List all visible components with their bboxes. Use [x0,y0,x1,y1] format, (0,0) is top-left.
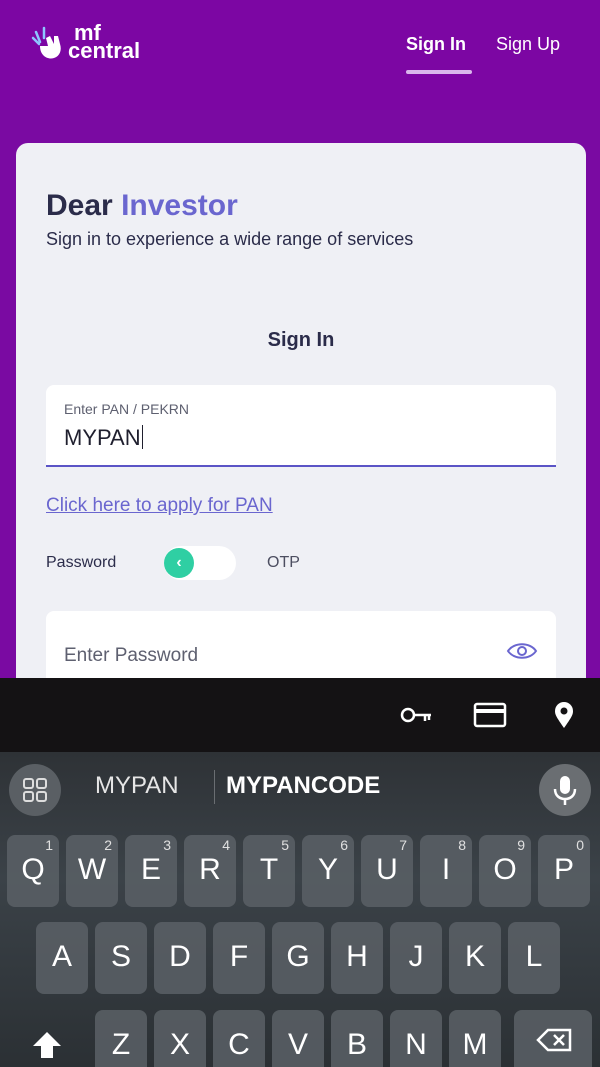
nav-active-indicator [406,70,472,74]
shift-arrow-icon [33,1032,61,1058]
pan-input-value[interactable]: MYPAN [64,425,143,451]
microphone-icon[interactable] [539,764,591,816]
key-g[interactable]: G [272,922,324,994]
key-t[interactable]: 5T [243,835,295,907]
key-u[interactable]: 7U [361,835,413,907]
key-c[interactable]: C [213,1010,265,1067]
key-w[interactable]: 2W [66,835,118,907]
backspace-icon [536,1028,572,1052]
password-placeholder: Enter Password [64,645,199,666]
key-o[interactable]: 9O [479,835,531,907]
key-l[interactable]: L [508,922,560,994]
key-x[interactable]: X [154,1010,206,1067]
apply-pan-link[interactable]: Click here to apply for PAN [46,495,273,517]
hand-logo-icon [31,26,61,59]
key-r[interactable]: 4R [184,835,236,907]
mfcentral-logo[interactable]: mf central [30,22,170,66]
chevron-left-icon: ‹ [164,548,194,578]
greeting-word: Dear [46,189,113,222]
keyboard-autofill-toolbar [0,678,600,752]
text-caret [141,425,143,449]
shift-key[interactable] [7,1010,87,1067]
backspace-key[interactable] [514,1010,592,1067]
eye-icon[interactable] [506,641,538,661]
nav-signup-link[interactable]: Sign Up [496,34,560,55]
location-pin-icon[interactable] [547,700,581,730]
pan-input-field[interactable]: Enter PAN / PEKRN MYPAN [46,385,556,467]
key-e[interactable]: 3E [125,835,177,907]
signin-card: Dear Investor Sign in to experience a wi… [16,143,586,743]
key-a[interactable]: A [36,922,88,994]
key-q[interactable]: 1Q [7,835,59,907]
suggestion-1[interactable]: MYPAN [95,772,179,800]
key-y[interactable]: 6Y [302,835,354,907]
key-p[interactable]: 0P [538,835,590,907]
signin-heading: Sign In [267,329,335,351]
otp-option-label[interactable]: OTP [267,554,300,572]
suggestion-2[interactable]: MYPANCODE [226,772,380,800]
key-d[interactable]: D [154,922,206,994]
key-v[interactable]: V [272,1010,324,1067]
apps-grid-icon[interactable] [9,764,61,816]
key-f[interactable]: F [213,922,265,994]
login-method-toggle-row: Password ‹ OTP [46,543,556,583]
key-m[interactable]: M [449,1010,501,1067]
password-option-label[interactable]: Password [46,554,116,572]
greeting-accent-word: Investor [121,189,238,222]
key-b[interactable]: B [331,1010,383,1067]
pan-field-label: Enter PAN / PEKRN [64,401,190,417]
key-n[interactable]: N [390,1010,442,1067]
card-icon[interactable] [473,700,507,730]
greeting-subtitle: Sign in to experience a wide range of se… [46,229,414,249]
top-header: mf central Sign In Sign Up [0,0,600,110]
greeting-heading: Dear Investor [46,189,238,223]
password-otp-toggle[interactable]: ‹ [164,546,236,580]
nav-signin-link[interactable]: Sign In [406,34,466,55]
key-j[interactable]: J [390,922,442,994]
pan-value-text: MYPAN [64,425,141,450]
key-z[interactable]: Z [95,1010,147,1067]
suggestion-divider [214,770,215,804]
key-k[interactable]: K [449,922,501,994]
key-i[interactable]: 8I [420,835,472,907]
key-icon[interactable] [399,700,433,730]
key-h[interactable]: H [331,922,383,994]
key-s[interactable]: S [95,922,147,994]
logo-text-central: central [68,38,141,63]
soft-keyboard: MYPAN MYPANCODE 1Q 2W 3E 4R 5T 6Y 7U 8I … [0,752,600,1067]
